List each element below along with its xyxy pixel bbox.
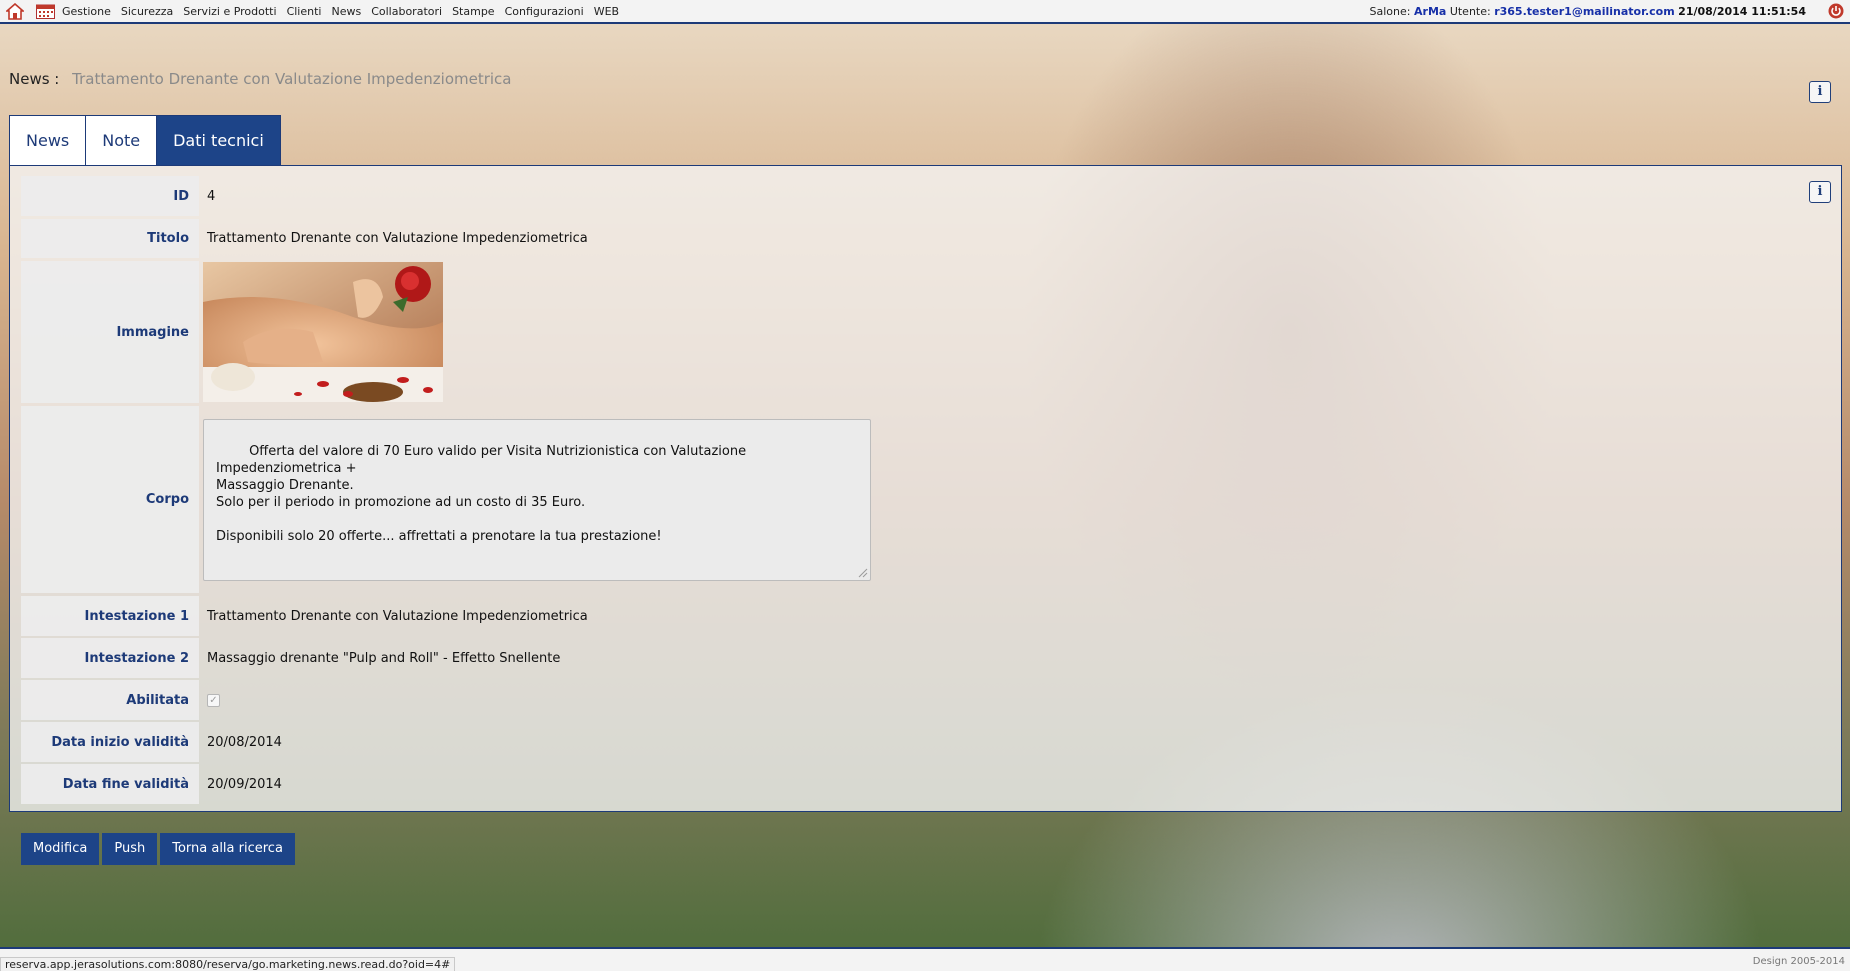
menu-web[interactable]: WEB <box>594 5 619 18</box>
field-value-data-fine: 20/09/2014 <box>207 776 282 792</box>
salone-label: Salone: <box>1369 5 1411 18</box>
field-row-intestazione-1: Intestazione 1 Trattamento Drenante con … <box>21 596 1831 636</box>
menu-news[interactable]: News <box>331 5 361 18</box>
menu-clienti[interactable]: Clienti <box>287 5 322 18</box>
field-label-id: ID <box>21 176 199 216</box>
field-row-corpo: Corpo Offerta del valore di 70 Euro vali… <box>21 406 1831 593</box>
top-menu-bar: Gestione Sicurezza Servizi e Prodotti Cl… <box>0 0 1850 24</box>
calendar-icon[interactable] <box>36 4 55 19</box>
field-value-id: 4 <box>207 188 216 204</box>
field-label-immagine: Immagine <box>21 261 199 403</box>
field-value-abilitata: ✓ <box>207 680 220 720</box>
field-value-intestazione-1: Trattamento Drenante con Valutazione Imp… <box>207 608 588 624</box>
field-label-titolo: Titolo <box>21 219 199 258</box>
status-url: reserva.app.jerasolutions.com:8080/reser… <box>0 957 456 971</box>
news-image <box>203 262 443 402</box>
tab-note[interactable]: Note <box>85 115 158 165</box>
page-header-label: News : <box>9 70 60 88</box>
utente-label: Utente: <box>1449 5 1491 18</box>
menu-sicurezza[interactable]: Sicurezza <box>121 5 173 18</box>
page-header: News : Trattamento Drenante con Valutazi… <box>9 70 512 88</box>
menu-gestione[interactable]: Gestione <box>62 5 111 18</box>
field-value-intestazione-2: Massaggio drenante "Pulp and Roll" - Eff… <box>207 650 561 666</box>
field-row-intestazione-2: Intestazione 2 Massaggio drenante "Pulp … <box>21 638 1831 678</box>
field-row-data-fine: Data fine validità 20/09/2014 <box>21 764 1831 804</box>
action-bar: Modifica Push Torna alla ricerca <box>21 833 295 865</box>
footer-bar: reserva.app.jerasolutions.com:8080/reser… <box>0 947 1850 971</box>
home-icon[interactable] <box>6 3 24 20</box>
tab-dati-tecnici[interactable]: Dati tecnici <box>156 115 281 165</box>
info-icon[interactable]: i <box>1809 81 1831 103</box>
menu-collaboratori[interactable]: Collaboratori <box>371 5 442 18</box>
field-label-abilitata: Abilitata <box>21 680 199 720</box>
user-info: Salone: ArMa Utente: r365.tester1@mailin… <box>1370 5 1806 18</box>
field-value-corpo: Offerta del valore di 70 Euro valido per… <box>203 406 871 593</box>
field-row-immagine: Immagine <box>21 261 1831 403</box>
page-title: Trattamento Drenante con Valutazione Imp… <box>72 70 512 88</box>
corpo-textarea[interactable]: Offerta del valore di 70 Euro valido per… <box>203 418 871 581</box>
menu-servizi-prodotti[interactable]: Servizi e Prodotti <box>183 5 276 18</box>
field-row-id: ID 4 <box>21 176 1831 216</box>
field-value-immagine <box>203 261 443 403</box>
field-row-abilitata: Abilitata ✓ <box>21 680 1831 720</box>
tab-news[interactable]: News <box>9 115 87 165</box>
menu-configurazioni[interactable]: Configurazioni <box>505 5 584 18</box>
corpo-text: Offerta del valore di 70 Euro valido per… <box>216 443 747 544</box>
resize-grip-icon[interactable] <box>858 568 868 578</box>
field-label-intestazione-1: Intestazione 1 <box>21 596 199 636</box>
design-credit: Design 2005-2014 <box>1752 956 1845 967</box>
datetime: 21/08/2014 11:51:54 <box>1678 5 1806 18</box>
field-row-data-inizio: Data inizio validità 20/08/2014 <box>21 722 1831 762</box>
main-menu: Gestione Sicurezza Servizi e Prodotti Cl… <box>62 5 619 18</box>
torna-alla-ricerca-button[interactable]: Torna alla ricerca <box>160 833 295 865</box>
tab-bar: News Note Dati tecnici <box>9 115 281 165</box>
field-value-data-inizio: 20/08/2014 <box>207 734 282 750</box>
field-label-corpo: Corpo <box>21 406 199 593</box>
checkbox-check-icon: ✓ <box>209 694 218 706</box>
salone-value: ArMa <box>1414 5 1447 18</box>
field-label-data-inizio: Data inizio validità <box>21 722 199 762</box>
detail-panel: i ID 4 Titolo Trattamento Drenante con V… <box>9 165 1842 812</box>
utente-value: r365.tester1@mailinator.com <box>1494 5 1675 18</box>
push-button[interactable]: Push <box>102 833 158 865</box>
abilitata-checkbox[interactable]: ✓ <box>207 693 220 707</box>
field-row-titolo: Titolo Trattamento Drenante con Valutazi… <box>21 219 1831 258</box>
modifica-button[interactable]: Modifica <box>21 833 100 865</box>
field-value-titolo: Trattamento Drenante con Valutazione Imp… <box>207 231 588 246</box>
menu-stampe[interactable]: Stampe <box>452 5 495 18</box>
field-label-intestazione-2: Intestazione 2 <box>21 638 199 678</box>
field-label-data-fine: Data fine validità <box>21 764 199 804</box>
power-icon[interactable] <box>1828 3 1844 19</box>
